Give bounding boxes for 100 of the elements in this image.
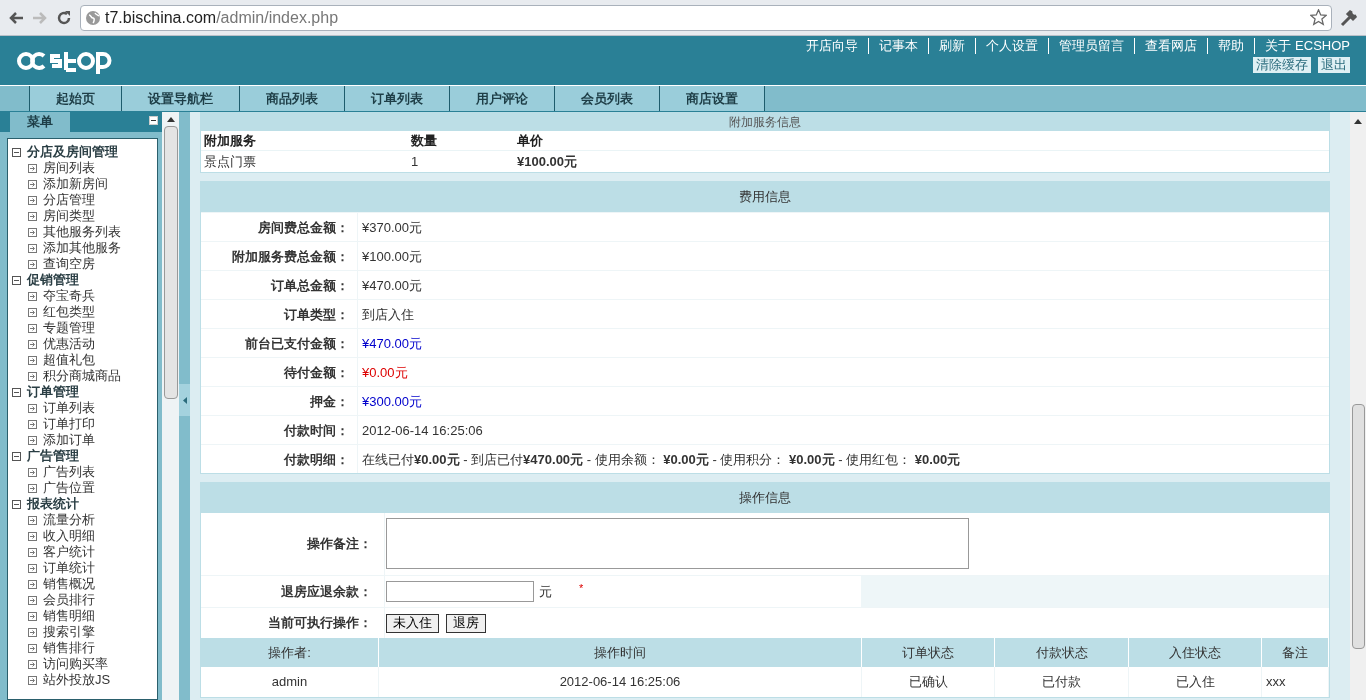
scroll-thumb[interactable] xyxy=(1351,404,1365,649)
header-link[interactable]: 刷新 xyxy=(929,38,977,54)
menu-item[interactable]: 优惠活动 xyxy=(12,336,157,352)
menu-item[interactable]: 积分商城商品 xyxy=(12,368,157,384)
minus-box-icon xyxy=(12,387,21,397)
arrow-box-icon xyxy=(28,467,37,477)
menu-item[interactable]: 订单打印 xyxy=(12,416,157,432)
scroll-up-icon[interactable] xyxy=(1354,118,1362,124)
header-link[interactable]: 管理员留言 xyxy=(1049,38,1136,54)
field-label: 押金： xyxy=(201,387,358,415)
nav-tab[interactable]: 商店设置 xyxy=(659,86,765,111)
menu-item[interactable]: 红包类型 xyxy=(12,304,157,320)
field-label: 退房应退余款： xyxy=(201,576,385,607)
field-label: 房间费总金额： xyxy=(201,213,358,241)
menu-item[interactable]: 订单列表 xyxy=(12,400,157,416)
menu-item[interactable]: 超值礼包 xyxy=(12,352,157,368)
field-value: 到店入住 xyxy=(361,306,414,324)
nav-tab[interactable]: 起始页 xyxy=(29,86,121,111)
header-link[interactable]: 帮助 xyxy=(1208,38,1256,54)
panel-header: 操作信息 xyxy=(201,483,1329,513)
menu-item[interactable]: 搜索引擎 xyxy=(12,624,157,640)
nav-tab[interactable]: 用户评论 xyxy=(449,86,554,111)
menu-item[interactable]: 广告位置 xyxy=(12,480,157,496)
menu-item[interactable]: 访问购买率 xyxy=(12,656,157,672)
nav-tab[interactable]: 设置导航栏 xyxy=(121,86,239,111)
arrow-box-icon xyxy=(28,291,37,301)
refund-input[interactable] xyxy=(386,581,534,602)
header-link[interactable]: 个人设置 xyxy=(976,38,1050,54)
header-link[interactable]: 开店向导 xyxy=(796,38,870,54)
globe-icon xyxy=(85,9,101,26)
menu-item[interactable]: 分店管理 xyxy=(12,192,157,208)
arrow-box-icon xyxy=(28,483,37,493)
nav-tab[interactable]: 商品列表 xyxy=(239,86,344,111)
menu-item[interactable]: 其他服务列表 xyxy=(12,224,157,240)
header-link[interactable]: 查看网店 xyxy=(1135,38,1209,54)
field-label: 订单类型： xyxy=(201,300,358,328)
menu-item[interactable]: 站外投放JS xyxy=(12,672,157,688)
table-cell: xxx xyxy=(1262,667,1329,697)
menu-group[interactable]: 广告管理 xyxy=(12,448,157,464)
menu-item[interactable]: 房间类型 xyxy=(12,208,157,224)
star-icon[interactable] xyxy=(1310,9,1327,26)
arrow-box-icon xyxy=(28,179,37,189)
header-button[interactable]: 清除缓存 xyxy=(1253,57,1311,73)
left-arrow-icon xyxy=(182,396,187,404)
action-button[interactable]: 未入住 xyxy=(386,613,439,633)
page-scrollbar[interactable] xyxy=(1350,112,1366,700)
menu-item[interactable]: 广告列表 xyxy=(12,464,157,480)
menu-group[interactable]: 订单管理 xyxy=(12,384,157,400)
arrow-box-icon xyxy=(28,579,37,589)
field-value: 2012-06-14 16:25:06 xyxy=(361,422,483,440)
column-header: 订单状态 xyxy=(862,638,995,667)
menu-item[interactable]: 会员排行 xyxy=(12,592,157,608)
field-label: 附加服务费总金额： xyxy=(201,242,358,270)
action-button[interactable]: 退房 xyxy=(446,613,486,633)
menu-item[interactable]: 流量分析 xyxy=(12,512,157,528)
header-button[interactable]: 退出 xyxy=(1318,57,1350,73)
scroll-up-icon[interactable] xyxy=(166,116,175,122)
menu-item[interactable]: 房间列表 xyxy=(12,160,157,176)
scroll-thumb[interactable] xyxy=(163,126,178,399)
reload-icon[interactable] xyxy=(56,9,72,26)
arrow-box-icon xyxy=(28,403,37,413)
nav-tab[interactable]: 会员列表 xyxy=(554,86,659,111)
menu-group[interactable]: 促销管理 xyxy=(12,272,157,288)
menu-tab[interactable]: 菜单 xyxy=(10,112,70,132)
menu-item[interactable]: 专题管理 xyxy=(12,320,157,336)
arrow-box-icon xyxy=(28,595,37,605)
field-value: 在线已付¥0.00元 - 到店已付¥470.00元 - 使用余额： ¥0.00元 - 使用积分： ¥0.00元 - 使用红包： ¥0.00元 xyxy=(361,451,961,469)
column-header: 备注 xyxy=(1262,638,1329,667)
table-cell-text: 1 xyxy=(410,153,420,171)
menu-item[interactable]: 销售排行 xyxy=(12,640,157,656)
menu-item[interactable]: 收入明细 xyxy=(12,528,157,544)
menu-item[interactable]: 添加新房间 xyxy=(12,176,157,192)
menu-item[interactable]: 查询空房 xyxy=(12,256,157,272)
menu-item[interactable]: 添加其他服务 xyxy=(12,240,157,256)
menu-item[interactable]: 添加订单 xyxy=(12,432,157,448)
address-bar[interactable]: t7.bischina.com/admin/index.php xyxy=(80,4,1332,31)
nav-tab[interactable]: 订单列表 xyxy=(344,86,449,111)
field-value: ¥370.00元 xyxy=(361,219,422,237)
header-link[interactable]: 记事本 xyxy=(869,38,930,54)
field-label: 待付金额： xyxy=(201,358,358,386)
collapse-icon[interactable] xyxy=(149,116,158,125)
arrow-box-icon xyxy=(28,227,37,237)
menu-item[interactable]: 销售明细 xyxy=(12,608,157,624)
column-header: 操作时间 xyxy=(379,638,862,667)
menu-item[interactable]: 订单统计 xyxy=(12,560,157,576)
menu-group[interactable]: 分店及房间管理 xyxy=(12,144,157,160)
menu-item[interactable]: 客户统计 xyxy=(12,544,157,560)
arrow-box-icon xyxy=(28,643,37,653)
menu-group[interactable]: 报表统计 xyxy=(12,496,157,512)
column-header: 付款状态 xyxy=(995,638,1129,667)
arrow-box-icon xyxy=(28,339,37,349)
menu-item[interactable]: 销售概况 xyxy=(12,576,157,592)
arrow-box-icon xyxy=(28,611,37,621)
back-icon[interactable] xyxy=(8,10,24,25)
field-label: 付款明细： xyxy=(201,445,358,473)
menu-item[interactable]: 夺宝奇兵 xyxy=(12,288,157,304)
sidebar-toggle[interactable] xyxy=(179,384,190,416)
sidebar-scrollbar[interactable] xyxy=(162,112,179,700)
header-link[interactable]: 关于 ECSHOP xyxy=(1255,38,1350,54)
note-textarea[interactable] xyxy=(386,518,969,569)
